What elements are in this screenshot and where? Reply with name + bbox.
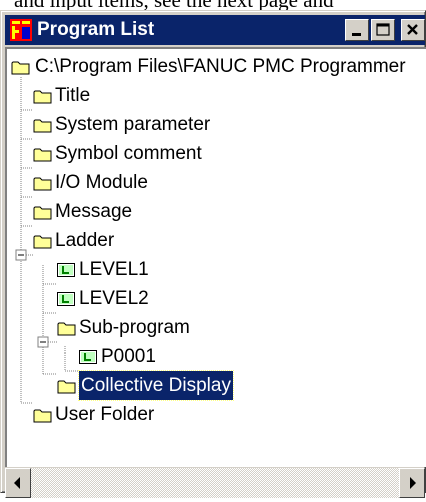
tree-root-label: C:\Program Files\FANUC PMC Programmer (35, 56, 406, 77)
folder-icon (33, 206, 52, 220)
program-list-window: Program List C:\Program Files\FANUC PMC … (0, 10, 426, 498)
tree-item-label: Ladder (55, 230, 115, 251)
maximize-button[interactable] (371, 19, 395, 41)
window-title: Program List (37, 19, 155, 40)
folder-icon (33, 235, 52, 249)
scroll-right-button[interactable] (399, 468, 425, 498)
folder-icon (33, 90, 52, 104)
maximize-icon (376, 23, 390, 36)
tree-item-label: Title (55, 85, 91, 106)
tree-item-label: P0001 (101, 346, 156, 367)
folder-icon (11, 61, 30, 75)
close-button[interactable] (401, 19, 425, 41)
folder-icon (57, 380, 76, 394)
tree-item-label: Symbol comment (55, 143, 202, 164)
minimize-icon (352, 33, 361, 36)
folder-icon (33, 119, 52, 133)
scroll-left-button[interactable] (5, 468, 31, 498)
folder-icon (33, 409, 52, 423)
folder-icon (33, 177, 52, 191)
tree-item-label: Sub-program (79, 317, 190, 338)
folder-icon (33, 148, 52, 162)
title-bar[interactable]: Program List (5, 15, 425, 45)
tree-item-label: User Folder (55, 404, 155, 425)
tree-item-label-selected: Collective Display (78, 370, 234, 401)
ladder-program-icon (57, 292, 75, 306)
tree-item-label: LEVEL1 (79, 259, 149, 280)
horizontal-scrollbar[interactable] (5, 468, 425, 498)
fanuc-program-list-icon (10, 19, 32, 41)
program-tree[interactable]: C:\Program Files\FANUC PMC Programmer Ti… (5, 47, 426, 467)
tree-item-label: LEVEL2 (79, 288, 149, 309)
tree-item-label: I/O Module (55, 172, 148, 193)
minimize-button[interactable] (345, 19, 369, 41)
ladder-program-icon (57, 263, 75, 277)
ladder-program-icon (79, 350, 97, 364)
tree-root[interactable]: C:\Program Files\FANUC PMC Programmer (9, 52, 426, 81)
tree-item-label: System parameter (55, 114, 211, 135)
close-icon (407, 24, 418, 35)
folder-icon (57, 322, 76, 336)
tree-item-label: Message (55, 201, 133, 222)
